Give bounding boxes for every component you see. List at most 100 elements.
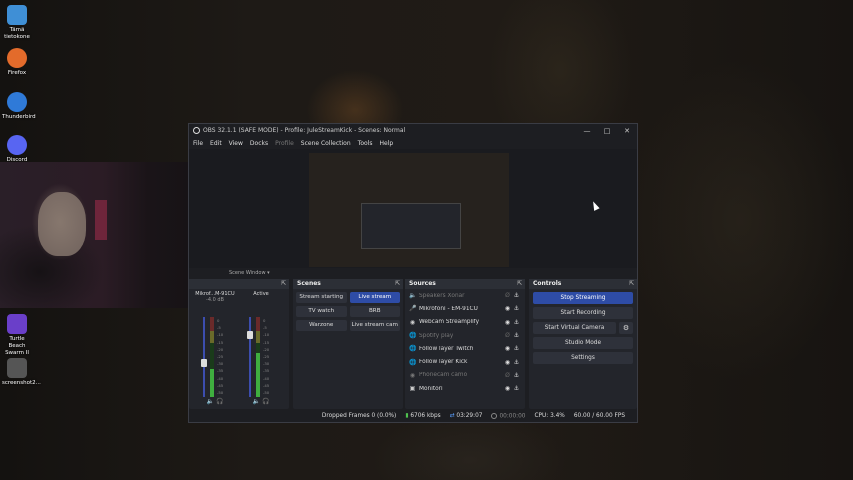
- menu-docks[interactable]: Docks: [250, 140, 268, 147]
- mixer-header: ⇱: [189, 279, 289, 289]
- meter-fill: [210, 369, 214, 397]
- menu-tools[interactable]: Tools: [358, 140, 373, 147]
- desktop-icon-turtle-beach[interactable]: Turtle Beach Swarm II: [2, 314, 32, 357]
- source-item[interactable]: ▣ Monitori ◉ ⚓: [405, 382, 525, 395]
- source-item[interactable]: 🌐 Spotify play Ø ⚓: [405, 329, 525, 342]
- mixer-channel: Active 0 -5 -10 -15 -20 -25 -30 -35 -40 …: [239, 291, 283, 407]
- start-virtual-camera-button[interactable]: Start Virtual Camera: [533, 322, 616, 334]
- scene-tv-watch[interactable]: TV watch: [296, 306, 347, 317]
- menu-scene-collection[interactable]: Scene Collection: [301, 140, 351, 147]
- desktop-icon-discord[interactable]: Discord: [2, 135, 32, 164]
- eye-icon[interactable]: ◉: [503, 345, 512, 352]
- source-item[interactable]: 🎤 Mikrofoni - EM-91CU ◉ ⚓: [405, 302, 525, 315]
- eye-icon[interactable]: ◉: [503, 305, 512, 312]
- speaker-icon[interactable]: 🔈: [253, 398, 260, 405]
- scene-stream-starting[interactable]: Stream starting: [296, 292, 347, 303]
- visibility-hidden-icon[interactable]: Ø: [503, 292, 512, 299]
- lock-icon[interactable]: ⚓: [512, 345, 521, 352]
- scene-brb[interactable]: BRB: [349, 306, 400, 317]
- meter-red-zone: [210, 317, 214, 331]
- lock-icon[interactable]: ⚓: [512, 305, 521, 312]
- scale-tick: -25: [263, 354, 270, 360]
- source-label: Mikrofoni - EM-91CU: [419, 305, 478, 312]
- unlock-icon[interactable]: ⚓: [512, 385, 521, 392]
- headphones-icon[interactable]: 🎧: [262, 398, 269, 405]
- scene-live-stream-cam[interactable]: Live stream cam: [349, 320, 400, 331]
- menu-edit[interactable]: Edit: [210, 140, 222, 147]
- unlock-icon[interactable]: ⚓: [512, 319, 521, 326]
- visibility-hidden-icon[interactable]: Ø: [503, 332, 512, 339]
- popout-icon[interactable]: ⇱: [629, 279, 634, 289]
- title-bar[interactable]: OBS 32.1.1 (SAFE MODE) - Profile: JuleSt…: [189, 124, 637, 137]
- scale-tick: -45: [263, 382, 270, 388]
- scale-tick: -30: [217, 361, 224, 367]
- menu-file[interactable]: File: [193, 140, 203, 147]
- maximize-button[interactable]: □: [597, 127, 617, 135]
- unlock-icon[interactable]: ⚓: [512, 372, 521, 379]
- volume-fader[interactable]: [249, 317, 251, 397]
- source-item[interactable]: 🌐 Follow layer Twitch ◉ ⚓: [405, 342, 525, 355]
- source-item[interactable]: 🌐 Follow layer Kick ◉ ⚓: [405, 355, 525, 368]
- desktop-icon-this-pc[interactable]: Tämä tietokone: [2, 5, 32, 41]
- speaker-icon[interactable]: 🔈: [207, 398, 214, 405]
- scale-tick: -10: [263, 332, 270, 338]
- stop-streaming-button[interactable]: Stop Streaming: [533, 292, 633, 304]
- gear-icon[interactable]: ⚙: [619, 322, 633, 334]
- source-item[interactable]: ◉ Phonecam camo Ø ⚓: [405, 369, 525, 382]
- scale-tick: -20: [217, 346, 224, 352]
- eye-icon[interactable]: ◉: [503, 385, 512, 392]
- fader-knob[interactable]: [247, 331, 253, 339]
- eye-icon[interactable]: ◉: [503, 359, 512, 366]
- scale-tick: -25: [217, 354, 224, 360]
- settings-button[interactable]: Settings: [533, 352, 633, 364]
- source-item[interactable]: 🔈 Speakers Xonar Ø ⚓: [405, 289, 525, 302]
- popout-icon[interactable]: ⇱: [517, 279, 522, 289]
- channel-controls: 🔈 🎧: [193, 398, 237, 405]
- lock-icon[interactable]: ⚓: [512, 292, 521, 299]
- close-button[interactable]: ✕: [617, 127, 637, 135]
- lock-icon[interactable]: ⚓: [512, 359, 521, 366]
- menu-view[interactable]: View: [229, 140, 243, 147]
- scale-tick: -15: [217, 339, 224, 345]
- desktop-icon-label: Thunderbird: [2, 114, 36, 120]
- minimize-button[interactable]: —: [577, 127, 597, 135]
- meter-fill: [256, 353, 260, 397]
- scale-tick: -35: [217, 368, 224, 374]
- meter-yellow-zone: [210, 331, 214, 343]
- headphones-icon[interactable]: 🎧: [216, 398, 223, 405]
- desktop-icon-thunderbird[interactable]: Thunderbird: [2, 92, 36, 121]
- desktop-icon-screenshot[interactable]: screenshot2...: [2, 358, 41, 387]
- bitrate-value: 6706 kbps: [410, 413, 441, 419]
- computer-icon: [7, 5, 27, 25]
- record-time-value: 00:00:00: [499, 413, 526, 420]
- volume-fader[interactable]: [203, 317, 205, 397]
- scene-live-stream[interactable]: Live stream: [349, 292, 400, 303]
- desktop-icon-firefox[interactable]: Firefox: [2, 48, 32, 77]
- menu-help[interactable]: Help: [379, 140, 393, 147]
- background-light: [95, 200, 107, 240]
- eye-icon[interactable]: ◉: [503, 319, 512, 326]
- popout-icon[interactable]: ⇱: [281, 279, 286, 289]
- source-item[interactable]: ◉ Webcam Streamplify ◉ ⚓: [405, 316, 525, 329]
- source-label: Speakers Xonar: [419, 292, 465, 299]
- scene-grid: Stream starting Live stream TV watch BRB…: [293, 289, 403, 334]
- source-label: Phonecam camo: [419, 372, 468, 379]
- start-recording-button[interactable]: Start Recording: [533, 307, 633, 319]
- unlock-icon[interactable]: ⚓: [512, 332, 521, 339]
- controls-title: Controls: [533, 280, 562, 287]
- source-label: Follow layer Kick: [419, 359, 468, 366]
- monitor-icon: ▣: [409, 385, 416, 393]
- popout-icon[interactable]: ⇱: [395, 279, 400, 289]
- globe-icon: 🌐: [409, 332, 417, 340]
- visibility-hidden-icon[interactable]: Ø: [503, 372, 512, 379]
- scene-warzone[interactable]: Warzone: [296, 320, 347, 331]
- menu-profile[interactable]: Profile: [275, 140, 294, 147]
- turtle-beach-icon: [7, 314, 27, 334]
- fader-knob[interactable]: [201, 359, 207, 367]
- window-title: OBS 32.1.1 (SAFE MODE) - Profile: JuleSt…: [203, 127, 406, 134]
- meter-red-zone: [256, 317, 260, 331]
- studio-mode-button[interactable]: Studio Mode: [533, 337, 633, 349]
- camera-icon: ◉: [409, 371, 416, 379]
- preview-canvas[interactable]: [189, 149, 637, 268]
- sources-panel: Sources ⇱ 🔈 Speakers Xonar Ø ⚓ 🎤 Mikrofo…: [405, 279, 525, 409]
